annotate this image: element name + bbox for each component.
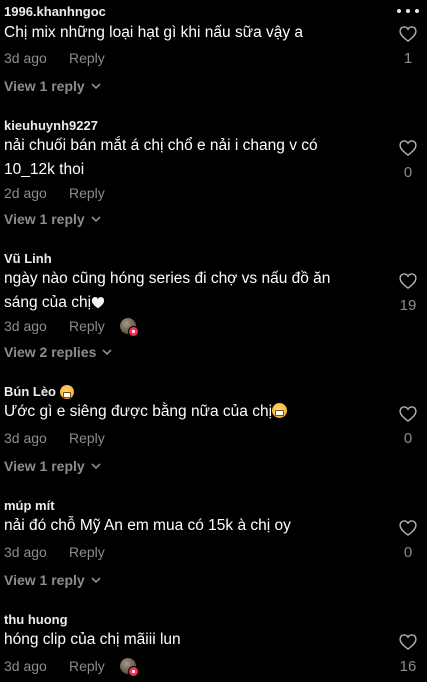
comment-text-content: hóng clip của chị mãiii lun — [4, 631, 181, 648]
comment-text-content: nải đó chỗ Mỹ An em mua có 15k à chị oy — [4, 517, 291, 534]
comment-username[interactable]: 1996.khanhngoc — [4, 4, 106, 19]
comment-text: Chị mix những loại hạt gì khi nấu sữa vậ… — [4, 21, 384, 45]
like-count: 0 — [403, 544, 413, 561]
like-count: 19 — [399, 297, 417, 314]
view-replies-button[interactable]: View 1 reply — [4, 458, 101, 474]
view-replies-button[interactable]: View 1 reply — [4, 78, 101, 94]
like-control: 16 — [396, 632, 420, 675]
comment-text-line: ngày nào cũng hóng series đi chợ vs nấu … — [4, 270, 331, 287]
chevron-down-icon — [102, 348, 112, 355]
dot — [397, 9, 401, 13]
comment-date: 3d ago — [4, 544, 47, 560]
username-text[interactable]: kieuhuynh9227 — [4, 118, 98, 133]
comment-date: 3d ago — [4, 318, 47, 334]
view-replies-label: View 1 reply — [4, 211, 85, 227]
username-text[interactable]: thu huong — [4, 612, 68, 627]
comment-meta: 2d ago Reply — [4, 185, 105, 201]
like-count: 0 — [403, 164, 413, 181]
chevron-down-icon — [91, 215, 101, 222]
comment-date: 3d ago — [4, 658, 47, 674]
view-replies-label: View 2 replies — [4, 344, 97, 360]
comment-username[interactable]: thu huong — [4, 612, 68, 627]
reply-button[interactable]: Reply — [69, 50, 105, 66]
grimacing-face-icon — [272, 403, 288, 418]
comment-username[interactable]: Vũ Linh — [4, 251, 52, 266]
chevron-down-icon — [91, 576, 101, 583]
white-heart-icon — [91, 296, 105, 309]
view-replies-button[interactable]: View 1 reply — [4, 572, 101, 588]
comment-username[interactable]: múp mít — [4, 498, 55, 513]
grimacing-face-icon — [60, 384, 74, 399]
username-text[interactable]: Bún Lèo — [4, 384, 56, 399]
comment-text: hóng clip của chị mãiii lun — [4, 628, 384, 652]
heart-outline-icon[interactable] — [398, 404, 418, 424]
like-count: 0 — [403, 430, 413, 447]
heart-outline-icon[interactable] — [398, 632, 418, 652]
like-control: 0 — [396, 518, 420, 561]
comment-text-line: nải chuối bán mắt á chị chổ e nải i chan… — [4, 137, 318, 154]
like-control: 19 — [396, 271, 420, 314]
chevron-down-icon — [91, 462, 101, 469]
creator-liked-avatar[interactable] — [119, 318, 139, 337]
heart-badge-icon — [127, 326, 139, 337]
username-text[interactable]: Vũ Linh — [4, 251, 52, 266]
comment-text: Ước gì e siêng được bằng nữa của chị — [4, 400, 384, 424]
comment-date: 3d ago — [4, 50, 47, 66]
username-text[interactable]: 1996.khanhngoc — [4, 4, 106, 19]
comment-username[interactable]: kieuhuynh9227 — [4, 118, 98, 133]
like-count: 1 — [403, 50, 413, 67]
view-replies-label: View 1 reply — [4, 572, 85, 588]
comment-username[interactable]: Bún Lèo — [4, 384, 74, 399]
heart-outline-icon[interactable] — [398, 138, 418, 158]
chevron-down-icon — [91, 82, 101, 89]
comment-text-content: Chị mix những loại hạt gì khi nấu sữa vậ… — [4, 24, 304, 41]
comment-text: nải đó chỗ Mỹ An em mua có 15k à chị oy — [4, 514, 384, 538]
like-control: 0 — [396, 404, 420, 447]
comment-text-content: Ước gì e siêng được bằng nữa của chị — [4, 403, 273, 420]
reply-button[interactable]: Reply — [69, 430, 105, 446]
username-text[interactable]: múp mít — [4, 498, 55, 513]
view-replies-label: View 1 reply — [4, 458, 85, 474]
creator-liked-avatar[interactable] — [119, 658, 139, 677]
view-replies-button[interactable]: View 1 reply — [4, 211, 101, 227]
comment-text: ngày nào cũng hóng series đi chợ vs nấu … — [4, 267, 384, 315]
comment-text-content: sáng của chị — [4, 294, 92, 311]
comment-text-line: sáng của chị — [4, 291, 384, 315]
dot — [406, 9, 410, 13]
heart-outline-icon[interactable] — [398, 518, 418, 538]
comment-meta: 3d ago Reply — [4, 658, 139, 677]
reply-button[interactable]: Reply — [69, 658, 105, 674]
like-count: 16 — [399, 658, 417, 675]
comment-text: nải chuối bán mắt á chị chổ e nải i chan… — [4, 134, 384, 182]
reply-button[interactable]: Reply — [69, 318, 105, 334]
comment-meta: 3d ago Reply — [4, 318, 139, 337]
reply-button[interactable]: Reply — [69, 544, 105, 560]
view-replies-button[interactable]: View 2 replies — [4, 344, 112, 360]
like-control: 0 — [396, 138, 420, 181]
heart-outline-icon[interactable] — [398, 24, 418, 44]
comment-meta: 3d ago Reply — [4, 430, 105, 446]
more-options-icon[interactable] — [397, 6, 419, 16]
heart-badge-icon — [127, 666, 139, 677]
comment-date: 3d ago — [4, 430, 47, 446]
comment-text-line: 10_12k thoi — [4, 161, 85, 178]
dot — [415, 9, 419, 13]
heart-outline-icon[interactable] — [398, 271, 418, 291]
like-control: 1 — [396, 24, 420, 67]
comment-meta: 3d ago Reply — [4, 544, 105, 560]
comment-date: 2d ago — [4, 185, 47, 201]
reply-button[interactable]: Reply — [69, 185, 105, 201]
comment-meta: 3d ago Reply — [4, 50, 105, 66]
view-replies-label: View 1 reply — [4, 78, 85, 94]
